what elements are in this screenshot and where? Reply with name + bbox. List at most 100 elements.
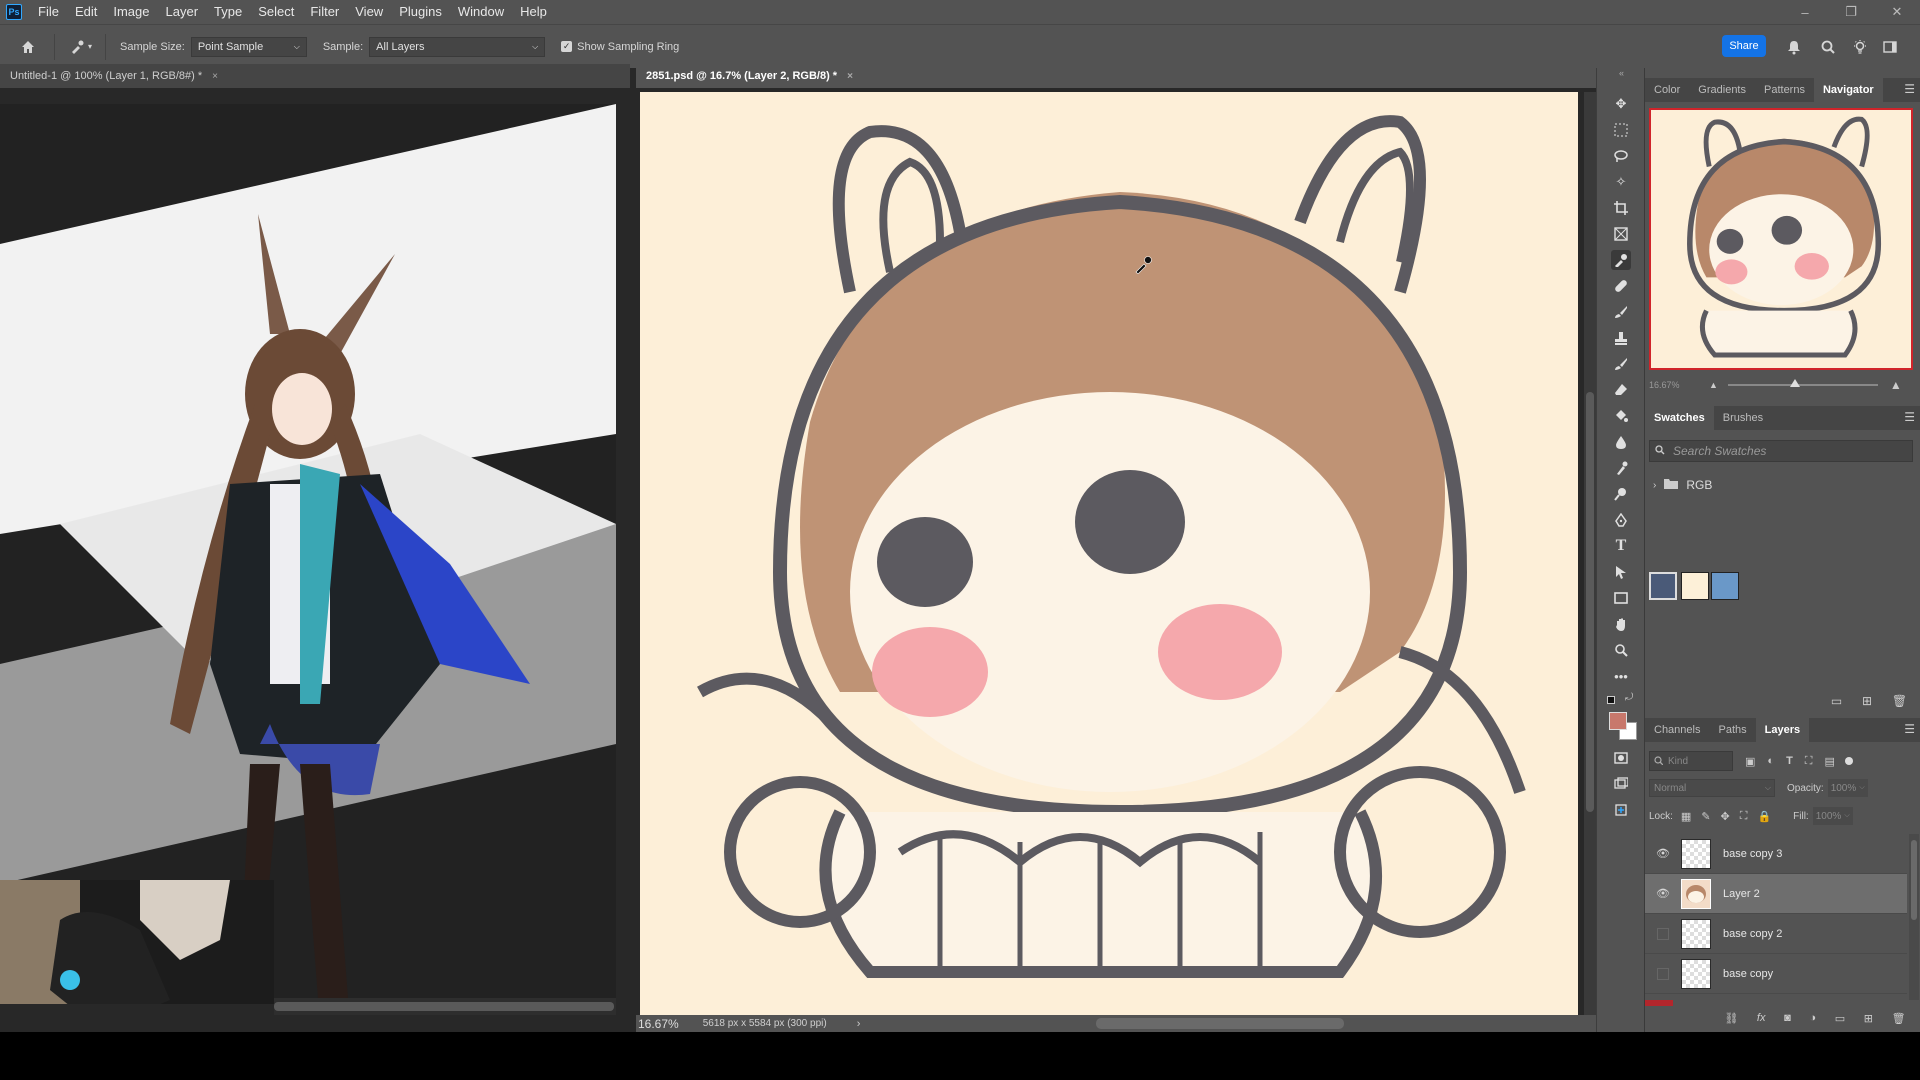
eraser-icon[interactable] [1611,380,1631,400]
hand-icon[interactable] [1611,614,1631,634]
crop-icon[interactable] [1611,198,1631,218]
delete-layer-icon[interactable]: 🗑 [1892,1012,1906,1025]
eyedropper-icon[interactable] [1611,250,1631,270]
menu-layer[interactable]: Layer [158,0,207,24]
navigator-zoom-slider[interactable] [1727,379,1878,387]
eye-hidden-icon[interactable] [1657,927,1669,940]
lock-pixels-icon[interactable]: ✎ [1701,810,1710,823]
panel-menu-icon[interactable]: ☰ [1904,722,1915,736]
restore-button[interactable]: ❐ [1828,0,1874,24]
adjustment-filter-icon[interactable]: ◐ [1767,755,1774,767]
tab-channels[interactable]: Channels [1645,718,1709,742]
canvas-vertical-scrollbar[interactable] [1584,92,1596,1015]
lock-all-icon[interactable]: 🔒 [1757,810,1771,823]
sample-select[interactable]: All Layers ⌵ [369,36,546,57]
marquee-icon[interactable] [1611,120,1631,140]
rectangle-icon[interactable] [1611,588,1631,608]
document-tab-2851[interactable]: 2851.psd @ 16.7% (Layer 2, RGB/8) * × [636,64,1596,88]
new-group-icon[interactable]: ▭ [1831,694,1842,708]
swatch-search-field[interactable]: Search Swatches [1649,440,1913,462]
navigator-zoom-value[interactable]: 16.67% [1649,380,1709,390]
type-filter-icon[interactable]: T [1786,755,1793,767]
zoom-out-icon[interactable]: ▲ [1709,380,1718,390]
photoshop-logo[interactable]: Ps [6,4,22,20]
eye-icon[interactable]: 👁 [1653,847,1673,860]
bell-icon[interactable] [1784,37,1804,57]
horizontal-scrollbar[interactable] [1096,1018,1344,1029]
image-filter-icon[interactable]: ▣ [1745,755,1755,768]
screen-mode-icon[interactable] [1611,774,1631,794]
sample-size-select[interactable]: Point Sample ⌵ [190,36,307,57]
new-group-icon[interactable]: ▭ [1835,1012,1845,1025]
layer-row-base-copy[interactable]: base copy [1645,954,1907,994]
opacity-field[interactable]: 100% ⌵ [1827,779,1868,797]
path-select-icon[interactable] [1611,562,1631,582]
fill-field[interactable]: 100% ⌵ [1812,807,1853,825]
paint-bucket-icon[interactable] [1611,406,1631,426]
lasso-icon[interactable] [1611,146,1631,166]
link-layers-icon[interactable]: ⛓ [1724,1012,1738,1025]
adjustment-layer-icon[interactable]: ◑ [1809,1012,1816,1024]
swatch-color-3[interactable] [1711,572,1739,600]
layer-list-scrollbar[interactable] [1909,834,1919,1000]
tab-patterns[interactable]: Patterns [1755,78,1814,102]
swatch-group-rgb[interactable]: › RGB [1653,478,1712,492]
main-canvas[interactable] [640,92,1578,1015]
shape-filter-icon[interactable]: ⛶ [1805,755,1813,768]
move-icon[interactable]: ✥ [1611,94,1631,114]
type-icon[interactable]: T [1611,536,1631,556]
tab-gradients[interactable]: Gradients [1689,78,1755,102]
panel-menu-icon[interactable]: ☰ [1904,410,1915,424]
close-icon[interactable]: × [847,71,853,82]
close-window-button[interactable]: ✕ [1874,0,1920,24]
menu-help[interactable]: Help [512,0,555,24]
workspace-icon[interactable] [1880,37,1900,57]
layer-row-base-copy-3[interactable]: 👁 base copy 3 [1645,834,1907,874]
menu-view[interactable]: View [347,0,391,24]
layer-row-layer-2[interactable]: 👁 Layer 2 [1645,874,1907,914]
document-tab-untitled[interactable]: Untitled-1 @ 100% (Layer 1, RGB/8#) * × [0,64,630,88]
fx-icon[interactable]: fx [1757,1012,1766,1024]
menu-select[interactable]: Select [250,0,302,24]
brush-icon[interactable] [1611,302,1631,322]
show-sampling-ring-checkbox[interactable]: ✓ [561,41,573,52]
search-icon[interactable] [1818,37,1838,57]
swatch-color-1[interactable] [1649,572,1677,600]
dodge-icon[interactable] [1611,484,1631,504]
layer-row-base-copy-2[interactable]: base copy 2 [1645,914,1907,954]
tab-color[interactable]: Color [1645,78,1689,102]
pen-icon[interactable] [1611,510,1631,530]
quick-mask-icon[interactable] [1611,748,1631,768]
menu-edit[interactable]: Edit [67,0,105,24]
foreground-color[interactable] [1609,712,1627,730]
lock-position-icon[interactable]: ✥ [1721,810,1730,823]
menu-window[interactable]: Window [450,0,512,24]
more-icon[interactable]: ••• [1611,666,1631,686]
navigator-preview[interactable] [1649,108,1913,370]
close-icon[interactable]: × [212,71,218,82]
stamp-icon[interactable] [1611,328,1631,348]
minimize-button[interactable]: – [1782,0,1828,24]
tab-layers[interactable]: Layers [1755,718,1810,742]
tab-navigator[interactable]: Navigator [1813,78,1883,102]
panel-menu-icon[interactable]: ☰ [1904,82,1915,96]
eyedropper-preset-icon[interactable]: ▾ [69,39,99,55]
swap-colors-icon[interactable]: ⤾ [1625,692,1633,703]
tab-brushes[interactable]: Brushes [1714,406,1772,430]
menu-type[interactable]: Type [206,0,250,24]
lock-transparency-icon[interactable]: ▦ [1681,810,1691,823]
zoom-in-icon[interactable]: ▲ [1890,378,1902,392]
history-brush-icon[interactable] [1611,354,1631,374]
frame-icon[interactable] [1611,224,1631,244]
lock-artboard-icon[interactable]: ⛶ [1740,810,1748,823]
eye-hidden-icon[interactable] [1657,967,1669,980]
menu-filter[interactable]: Filter [302,0,347,24]
filter-toggle-icon[interactable] [1844,757,1853,765]
new-layer-icon[interactable]: ⊞ [1864,1012,1873,1025]
eye-icon[interactable]: 👁 [1653,887,1673,900]
reference-canvas[interactable] [0,104,616,1004]
blend-mode-select[interactable]: Normal ⌵ [1649,779,1775,797]
new-swatch-icon[interactable]: ⊞ [1862,694,1872,708]
share-button[interactable]: Share [1722,35,1766,57]
add-mask-icon[interactable]: ◙ [1784,1012,1791,1024]
